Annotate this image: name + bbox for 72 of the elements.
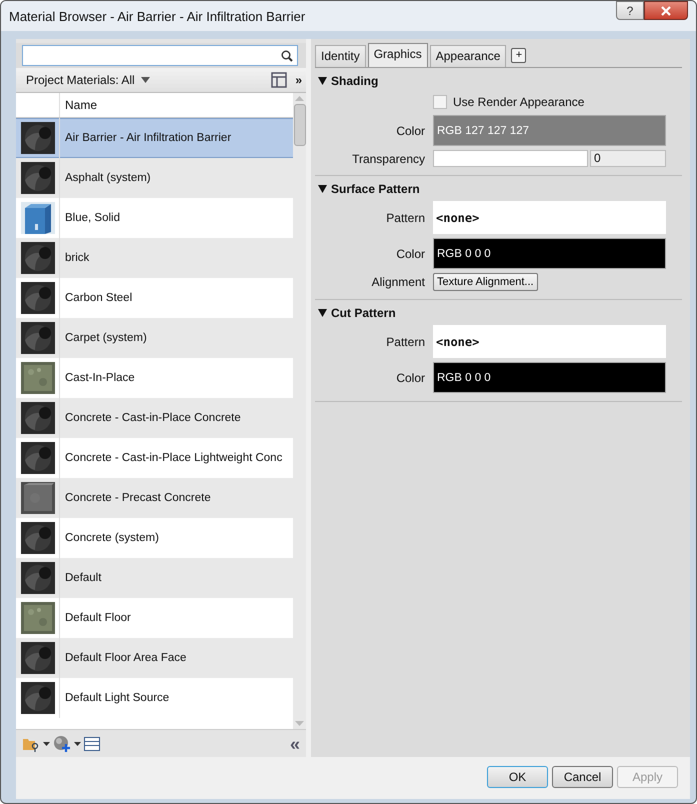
- panel-layout-icon[interactable]: [271, 72, 288, 88]
- globe-add-icon[interactable]: [53, 735, 71, 752]
- material-name: Air Barrier - Air Infiltration Barrier: [64, 132, 232, 144]
- material-name: Default Floor: [64, 612, 131, 624]
- checkbox-label: Use Render Appearance: [453, 95, 584, 109]
- material-name: Carpet (system): [64, 332, 147, 344]
- field-label: Alignment: [372, 275, 425, 289]
- field-label: Transparency: [352, 152, 425, 166]
- expand-toggle[interactable]: »: [295, 73, 302, 87]
- tab[interactable]: Graphics: [368, 43, 428, 67]
- material-name: Cast-In-Place: [64, 372, 135, 384]
- help-button[interactable]: ?: [616, 1, 644, 20]
- tab[interactable]: Appearance: [430, 45, 506, 67]
- color-swatch[interactable]: RGB 127 127 127: [433, 115, 666, 146]
- material-row[interactable]: Concrete - Precast Concrete: [16, 478, 293, 518]
- field-label: Color: [396, 124, 425, 138]
- collapse-arrow-icon[interactable]: [318, 76, 327, 84]
- dialog-button[interactable]: OK: [487, 766, 548, 788]
- scroll-down-icon: [295, 721, 304, 726]
- material-row[interactable]: Carpet (system): [16, 318, 293, 358]
- color-swatch[interactable]: RGB 0 0 0: [433, 238, 666, 269]
- field-label: Color: [396, 246, 425, 260]
- collapse-arrow-icon[interactable]: [318, 184, 327, 192]
- library-dropdown[interactable]: Project Materials: All: [26, 73, 162, 87]
- list-view-icon[interactable]: [84, 736, 100, 750]
- scroll-up-icon: [295, 96, 304, 101]
- collapse-button[interactable]: «: [290, 734, 300, 752]
- pattern-field[interactable]: <none>: [433, 325, 666, 358]
- window-title: Material Browser - Air Barrier - Air Infiltration Barrier: [9, 8, 306, 24]
- dialog-button[interactable]: Cancel: [552, 766, 613, 788]
- material-name: Concrete - Precast Concrete: [64, 492, 211, 504]
- section-title: Cut Pattern: [331, 306, 396, 320]
- material-name: Asphalt (system): [64, 172, 151, 184]
- collapse-arrow-icon[interactable]: [318, 308, 327, 316]
- number-field[interactable]: 0: [590, 150, 666, 167]
- material-name: Concrete - Cast-in-Place Lightweight Conc: [64, 452, 282, 464]
- dropdown-arrow-icon[interactable]: [43, 742, 50, 746]
- material-name: Default Light Source: [64, 692, 170, 704]
- scroll-thumb[interactable]: [294, 104, 306, 146]
- material-row[interactable]: Default Floor Area Face: [16, 638, 293, 678]
- dropdown-arrow-icon: [140, 77, 150, 83]
- close-button[interactable]: [644, 1, 688, 20]
- transparency-field[interactable]: [433, 150, 588, 167]
- tab[interactable]: Identity: [315, 45, 366, 67]
- material-row[interactable]: Air Barrier - Air Infiltration Barrier: [16, 118, 293, 158]
- scrollbar[interactable]: [293, 93, 306, 729]
- texture-alignment-button[interactable]: Texture Alignment...: [433, 273, 538, 291]
- material-row[interactable]: brick: [16, 238, 293, 278]
- close-icon: [661, 6, 671, 16]
- field-label: Pattern: [386, 210, 425, 224]
- field-label: Color: [396, 370, 425, 384]
- column-header[interactable]: Name: [60, 98, 98, 112]
- pattern-field[interactable]: <none>: [433, 201, 666, 234]
- material-name: Blue, Solid: [64, 212, 120, 224]
- material-row[interactable]: Concrete - Cast-in-Place Concrete: [16, 398, 293, 438]
- material-name: brick: [64, 252, 90, 264]
- checkbox[interactable]: [433, 95, 447, 109]
- dropdown-arrow-icon[interactable]: [74, 742, 81, 746]
- search-field[interactable]: [22, 45, 298, 66]
- section-title: Surface Pattern: [331, 182, 420, 196]
- material-name: Carbon Steel: [64, 292, 132, 304]
- color-swatch[interactable]: RGB 0 0 0: [433, 362, 666, 393]
- material-name: Concrete - Cast-in-Place Concrete: [64, 412, 241, 424]
- material-name: Default Floor Area Face: [64, 652, 186, 664]
- material-row[interactable]: Default: [16, 558, 293, 598]
- add-tab-button[interactable]: +: [511, 48, 526, 63]
- section-title: Shading: [331, 74, 378, 88]
- search-icon: [281, 50, 293, 62]
- material-name: Default: [64, 572, 102, 584]
- field-label: Pattern: [386, 334, 425, 348]
- material-name: Concrete (system): [64, 532, 159, 544]
- material-row[interactable]: Asphalt (system): [16, 158, 293, 198]
